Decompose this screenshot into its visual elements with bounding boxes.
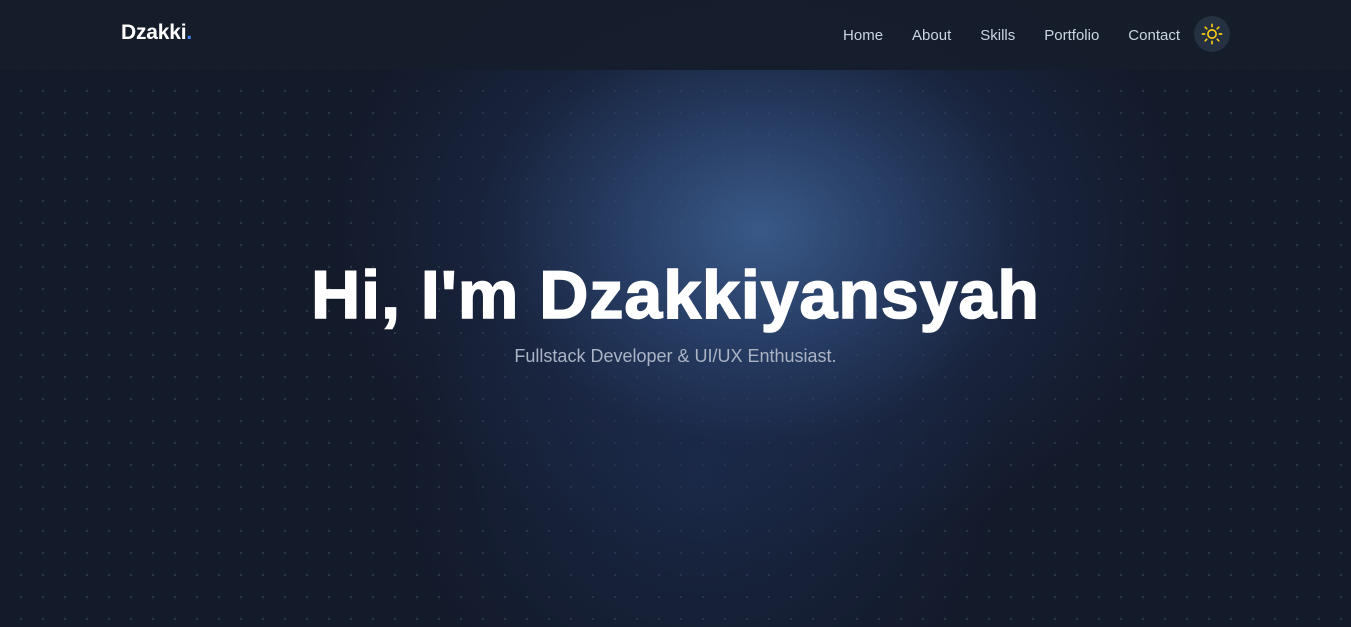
nav-link-about[interactable]: About bbox=[912, 27, 951, 44]
nav-links: Home About Skills Portfolio Contact bbox=[843, 0, 1180, 70]
nav-link-home[interactable]: Home bbox=[843, 27, 883, 44]
sun-icon bbox=[1201, 23, 1223, 45]
hero-subtitle: Fullstack Developer & UI/UX Enthusiast. bbox=[514, 346, 837, 366]
brand-dot: . bbox=[186, 21, 192, 44]
navbar: Dzakki. Home About Skills Portfolio Cont… bbox=[0, 0, 1351, 70]
nav-link-contact[interactable]: Contact bbox=[1128, 27, 1180, 44]
theme-toggle-button[interactable] bbox=[1194, 16, 1230, 52]
hero-title: Hi, I'm Dzakkiyansyah bbox=[310, 256, 1040, 334]
hero-section: Hi, I'm Dzakkiyansyah Fullstack Develope… bbox=[0, 70, 1351, 627]
brand-logo[interactable]: Dzakki. bbox=[121, 21, 192, 45]
nav-link-skills[interactable]: Skills bbox=[980, 27, 1015, 44]
brand-name: Dzakki bbox=[121, 21, 187, 44]
nav-link-portfolio[interactable]: Portfolio bbox=[1044, 27, 1099, 44]
